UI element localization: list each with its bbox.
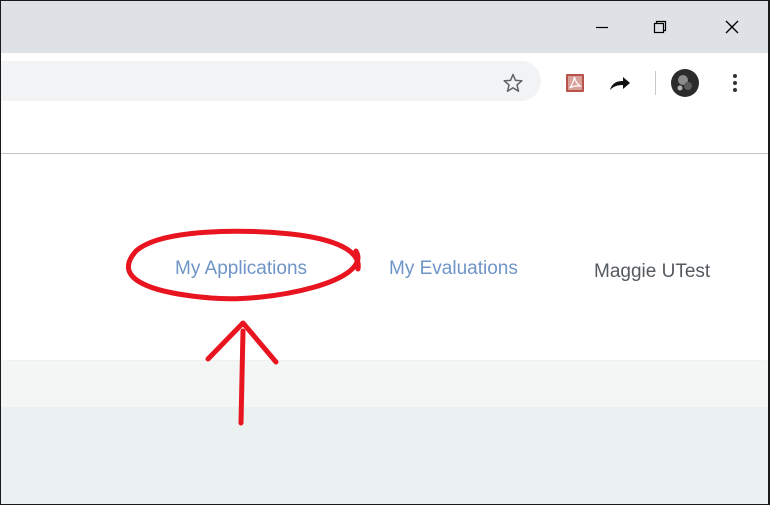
restore-icon — [653, 20, 667, 34]
title-bar — [1, 1, 768, 53]
user-name[interactable]: Maggie UTest — [594, 261, 710, 283]
page-content — [1, 407, 768, 504]
pdf-extension-icon — [566, 74, 584, 92]
pdf-extension-button[interactable] — [561, 69, 589, 97]
share-arrow-icon — [610, 77, 630, 90]
bookmarks-bar — [1, 115, 768, 154]
minimize-icon — [596, 26, 608, 29]
toolbar-divider — [655, 71, 656, 95]
bookmark-star-button[interactable] — [499, 69, 527, 97]
menu-dots-icon — [733, 74, 737, 92]
browser-toolbar — [1, 53, 768, 115]
profile-avatar-button[interactable] — [669, 67, 701, 99]
browser-window: My Applications My Evaluations Maggie UT… — [0, 0, 770, 505]
star-icon — [503, 73, 523, 92]
nav-my-evaluations[interactable]: My Evaluations — [389, 258, 518, 280]
address-bar[interactable] — [1, 61, 541, 101]
nav-my-applications[interactable]: My Applications — [175, 258, 307, 280]
close-icon — [725, 20, 739, 34]
share-button[interactable] — [605, 69, 635, 97]
site-header: My Applications My Evaluations Maggie UT… — [1, 154, 768, 360]
close-window-button[interactable] — [709, 9, 755, 45]
sub-navigation-bar — [1, 361, 768, 407]
restore-button[interactable] — [637, 9, 683, 45]
browser-menu-button[interactable] — [723, 67, 747, 99]
minimize-button[interactable] — [579, 9, 625, 45]
profile-avatar — [671, 69, 699, 97]
